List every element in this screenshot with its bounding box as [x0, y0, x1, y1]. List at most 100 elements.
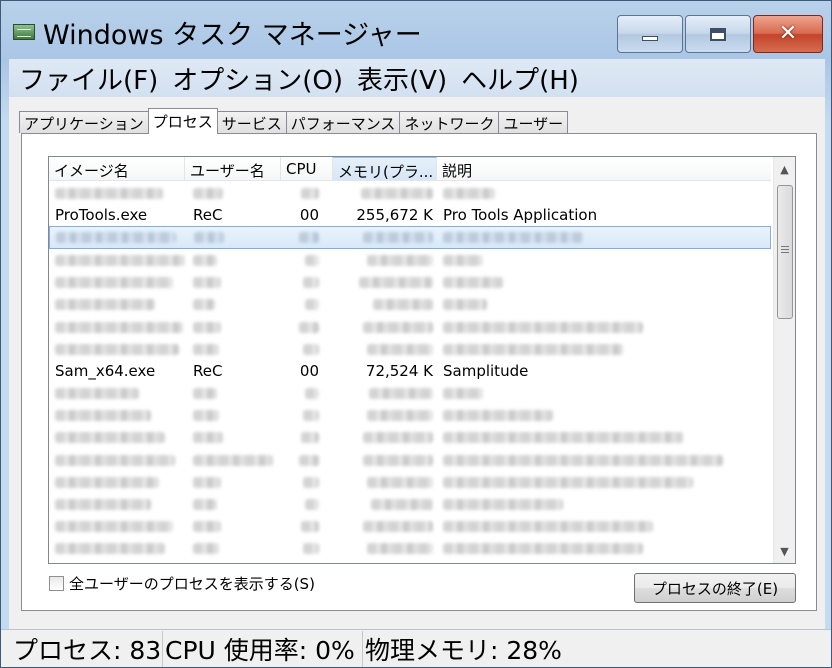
redacted-text — [193, 187, 223, 199]
cpu-cell: 00 — [299, 362, 319, 381]
process-row[interactable]: Sam_x64.exe ReC 00 72,524 K Samplitude — [49, 360, 771, 382]
description-cell — [437, 294, 771, 316]
memory-cell — [333, 449, 437, 471]
menu-options[interactable]: オプション(O) — [172, 60, 343, 97]
process-list[interactable]: イメージ名 ユーザー名 CPU メモリ(プラ... 説明 ProTools.ex… — [48, 156, 796, 564]
image-name-cell — [49, 383, 185, 405]
process-row[interactable] — [49, 182, 771, 204]
close-button[interactable]: ✕ — [753, 15, 823, 53]
process-row[interactable] — [49, 294, 771, 316]
client-area: アプリケーション プロセス サービス パフォーマンス ネットワーク ユーザー イ… — [9, 97, 825, 629]
image-name-cell — [49, 182, 185, 204]
image-name-cell — [49, 405, 185, 427]
redacted-text — [363, 521, 433, 533]
redacted-text — [305, 299, 319, 311]
title-bar[interactable]: Windows タスク マネージャー ✕ — [1, 1, 831, 59]
redacted-text — [443, 432, 683, 444]
redacted-text — [193, 343, 219, 355]
redacted-text — [367, 343, 433, 355]
process-row[interactable] — [49, 249, 771, 271]
description-cell — [437, 516, 771, 538]
redacted-text — [301, 187, 319, 199]
description-cell — [437, 449, 771, 471]
redacted-text — [363, 321, 433, 333]
tab-services[interactable]: サービス — [216, 111, 287, 133]
description-cell: Samplitude — [443, 362, 529, 381]
redacted-text — [443, 521, 653, 533]
user-name-cell — [185, 405, 281, 427]
redacted-text — [55, 543, 165, 555]
process-row[interactable] — [49, 383, 771, 405]
redacted-text — [55, 476, 159, 488]
process-row[interactable] — [49, 316, 771, 338]
memory-cell — [333, 538, 437, 560]
user-name-cell — [185, 471, 281, 493]
image-name-cell — [49, 249, 185, 271]
user-name-cell — [185, 249, 281, 271]
tab-users[interactable]: ユーザー — [498, 111, 569, 133]
menu-file[interactable]: ファイル(F) — [19, 60, 158, 97]
redacted-text — [301, 521, 319, 533]
user-name-cell — [185, 294, 281, 316]
redacted-text — [193, 543, 219, 555]
minimize-button[interactable] — [617, 15, 683, 53]
scroll-up-button[interactable]: ▲ — [776, 159, 793, 179]
scroll-thumb[interactable] — [777, 185, 793, 319]
redacted-text — [299, 454, 319, 466]
redacted-text — [55, 321, 183, 333]
cpu-cell — [281, 516, 333, 538]
tab-applications[interactable]: アプリケーション — [19, 111, 149, 133]
redacted-text — [367, 410, 433, 422]
process-row[interactable] — [49, 516, 771, 538]
image-name-cell — [49, 294, 185, 316]
user-name-cell — [185, 493, 281, 515]
menu-view[interactable]: 表示(V) — [357, 60, 447, 97]
vertical-scrollbar[interactable]: ▲ ▼ — [773, 157, 795, 563]
process-row[interactable] — [49, 405, 771, 427]
show-all-users-checkbox[interactable] — [49, 576, 64, 591]
memory-cell — [333, 383, 437, 405]
process-row[interactable] — [49, 338, 771, 360]
redacted-text — [367, 254, 433, 266]
maximize-button[interactable] — [685, 15, 751, 53]
tab-performance[interactable]: パフォーマンス — [285, 111, 401, 133]
scroll-down-button[interactable]: ▼ — [776, 541, 793, 561]
chevron-up-icon: ▲ — [780, 162, 789, 176]
image-name-cell: ProTools.exe — [55, 206, 148, 225]
process-row[interactable] — [49, 272, 771, 294]
redacted-text — [193, 321, 221, 333]
column-image-name[interactable]: イメージ名 — [49, 157, 185, 180]
column-user-name[interactable]: ユーザー名 — [185, 157, 281, 180]
process-row[interactable] — [49, 427, 771, 449]
redacted-text — [303, 543, 319, 555]
cpu-cell — [281, 316, 333, 338]
process-row[interactable] — [49, 538, 771, 560]
redacted-text — [193, 499, 217, 511]
cpu-cell — [281, 405, 333, 427]
show-all-users-checkbox-row[interactable]: 全ユーザーのプロセスを表示する(S) — [49, 573, 315, 594]
redacted-text — [299, 232, 320, 244]
memory-cell — [333, 182, 437, 204]
redacted-text — [55, 432, 165, 444]
cpu-cell — [281, 249, 333, 271]
column-cpu[interactable]: CPU — [281, 157, 333, 180]
description-cell — [437, 493, 771, 515]
column-description[interactable]: 説明 — [437, 157, 771, 180]
menu-help[interactable]: ヘルプ(H) — [461, 60, 579, 97]
show-all-users-label: 全ユーザーのプロセスを表示する(S) — [69, 575, 315, 593]
tab-processes[interactable]: プロセス — [147, 108, 218, 134]
status-process-count: プロセス: 83 — [1, 630, 163, 667]
column-memory[interactable]: メモリ(プラ... — [333, 157, 437, 180]
cpu-cell — [281, 449, 333, 471]
tab-networking[interactable]: ネットワーク — [399, 111, 500, 133]
process-row[interactable] — [49, 471, 771, 493]
memory-cell — [333, 338, 437, 360]
process-row[interactable]: ProTools.exe ReC 00 255,672 K Pro Tools Appl… — [49, 204, 771, 226]
process-rows: ProTools.exe ReC 00 255,672 K Pro Tools Appl… — [49, 182, 771, 560]
end-process-button[interactable]: プロセスの終了(E) — [634, 573, 796, 603]
process-row[interactable] — [49, 449, 771, 471]
selected-process-row[interactable] — [49, 226, 771, 250]
redacted-text — [193, 299, 215, 311]
cpu-cell — [281, 182, 333, 204]
process-row[interactable] — [49, 493, 771, 515]
